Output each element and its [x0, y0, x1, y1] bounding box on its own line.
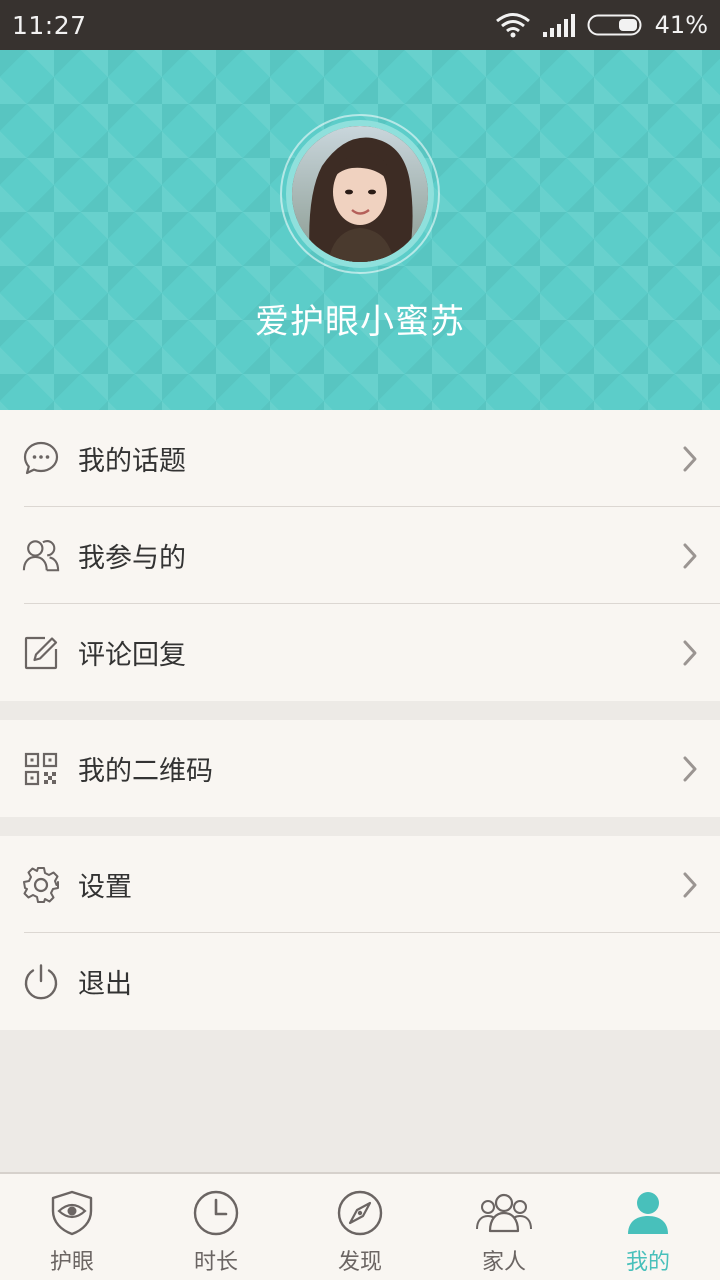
tab-family[interactable]: 家人	[432, 1174, 576, 1280]
tab-mine[interactable]: 我的	[576, 1174, 720, 1280]
tab-eye-care[interactable]: 护眼	[0, 1174, 144, 1280]
profile-name: 爱护眼小蜜苏	[255, 302, 465, 342]
profile-header: 爱护眼小蜜苏	[0, 50, 720, 410]
menu-group-activity: 我的话题 我参与的 评论回复	[0, 410, 720, 701]
tab-label: 我的	[625, 1250, 670, 1275]
status-time: 11:27	[12, 10, 87, 40]
qr-code-icon	[22, 750, 60, 788]
tab-duration[interactable]: 时长	[144, 1174, 288, 1280]
chevron-right-icon	[682, 871, 698, 903]
menu-label: 设置	[78, 872, 132, 903]
tab-label: 护眼	[49, 1250, 94, 1275]
eye-shield-icon	[48, 1188, 96, 1238]
menu-group-qr: 我的二维码	[0, 720, 720, 817]
people-icon	[22, 537, 60, 575]
compass-icon	[336, 1188, 384, 1238]
menu-item-comment-replies[interactable]: 评论回复	[0, 604, 720, 701]
status-bar: 11:27 41%	[0, 0, 720, 50]
menu-item-qr-code[interactable]: 我的二维码	[0, 720, 720, 817]
menu-group-settings: 设置 退出	[0, 836, 720, 1030]
menu-item-logout[interactable]: 退出	[0, 933, 720, 1030]
status-icons: 41%	[495, 11, 708, 39]
menu-label: 我的二维码	[78, 756, 213, 787]
chevron-right-icon	[682, 755, 698, 787]
menu-label: 我的话题	[78, 446, 186, 477]
wifi-icon	[495, 12, 531, 38]
menu-label: 评论回复	[78, 640, 186, 671]
menu-label: 我参与的	[78, 543, 186, 574]
gear-icon	[22, 866, 60, 904]
menu-item-my-topics[interactable]: 我的话题	[0, 410, 720, 507]
avatar[interactable]	[286, 120, 434, 268]
chevron-right-icon	[682, 639, 698, 671]
family-icon	[475, 1188, 533, 1238]
tab-label: 时长	[193, 1250, 238, 1275]
menu-label: 退出	[78, 969, 132, 1000]
tab-label: 家人	[481, 1250, 526, 1275]
clock-icon	[192, 1188, 240, 1238]
tab-discover[interactable]: 发现	[288, 1174, 432, 1280]
power-icon	[22, 963, 60, 1001]
tab-label: 发现	[337, 1250, 382, 1275]
battery-percent: 41%	[654, 11, 708, 39]
menu-item-settings[interactable]: 设置	[0, 836, 720, 933]
menu-item-participated[interactable]: 我参与的	[0, 507, 720, 604]
battery-icon	[587, 13, 643, 37]
bottom-tab-bar: 护眼 时长 发现 家人 我的	[0, 1172, 720, 1280]
chevron-right-icon	[682, 445, 698, 477]
edit-icon	[22, 634, 60, 672]
avatar-ring	[280, 114, 440, 274]
signal-icon	[542, 13, 575, 37]
chat-bubble-icon	[22, 440, 60, 478]
person-icon	[626, 1188, 670, 1238]
chevron-right-icon	[682, 542, 698, 574]
